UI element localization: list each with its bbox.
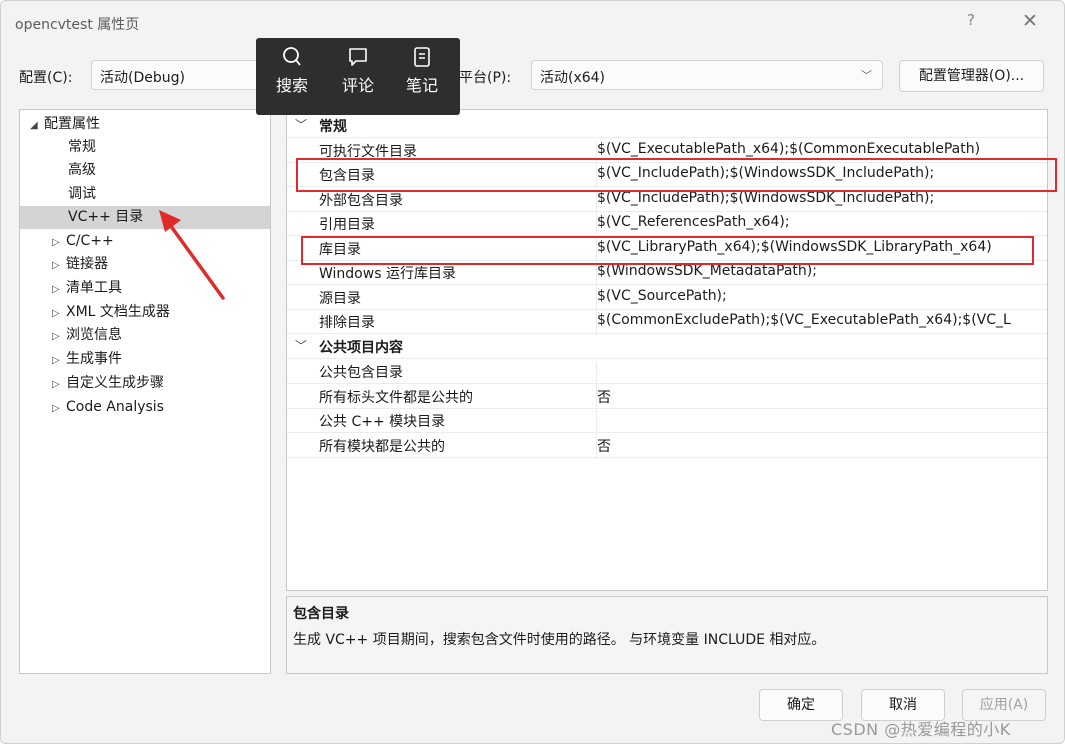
grid-row-source-dirs[interactable]: 源目录 $(VC_SourcePath); — [287, 285, 1047, 312]
tree-item-advanced[interactable]: 高级 — [20, 159, 270, 182]
red-arrow-annotation — [159, 210, 225, 300]
chevron-down-icon: ﹀ — [861, 69, 872, 82]
tree-item-custom-build[interactable]: ▷ 自定义生成步骤 — [20, 372, 270, 395]
search-icon — [283, 47, 301, 66]
collapsed-arrow-icon: ▷ — [52, 355, 60, 366]
category-general[interactable]: ﹀ 常规 — [287, 113, 1047, 138]
description-text: 生成 VC++ 项目期间，搜索包含文件时使用的路径。 与环境变量 INCLUDE… — [293, 632, 826, 648]
tree-item-manifest[interactable]: ▷ 清单工具 — [20, 277, 270, 300]
collapsed-arrow-icon: ▷ — [52, 331, 60, 342]
grid-row-all-modules-public[interactable]: 所有模块都是公共的 否 — [287, 433, 1047, 460]
config-label: 配置(C): — [19, 70, 73, 86]
tree-item-general[interactable]: 常规 — [20, 136, 270, 159]
highlight-box-include — [296, 158, 1057, 192]
tree-item-build-events[interactable]: ▷ 生成事件 — [20, 348, 270, 371]
collapsed-arrow-icon: ▷ — [52, 237, 60, 248]
collapsed-arrow-icon: ▷ — [52, 308, 60, 319]
help-button[interactable]: ? — [961, 11, 981, 35]
note-icon — [414, 47, 430, 67]
config-manager-button[interactable]: 配置管理器(O)... — [899, 60, 1044, 92]
grid-row-all-headers-public[interactable]: 所有标头文件都是公共的 否 — [287, 384, 1047, 411]
collapsed-arrow-icon: ▷ — [52, 403, 60, 414]
watermark: CSDN @热爱编程的小K — [831, 720, 1011, 739]
property-pages-dialog: opencvtest 属性页 ? ✕ 配置(C): 活动(Debug) 平台(P… — [0, 0, 1065, 744]
grid-row-reference-dirs[interactable]: 引用目录 $(VC_ReferencesPath_x64); — [287, 211, 1047, 238]
tree-root[interactable]: ◢ 配置属性 — [20, 113, 270, 136]
expanded-arrow-icon: ◢ — [30, 120, 38, 131]
highlight-box-library — [301, 236, 1034, 265]
grid-row-exclude-dirs[interactable]: 排除目录 $(CommonExcludePath);$(VC_Executabl… — [287, 309, 1047, 336]
platform-value: 活动(x64) — [540, 70, 606, 86]
category-public-content[interactable]: ﹀ 公共项目内容 — [287, 334, 1047, 359]
grid-row-public-include[interactable]: 公共包含目录 — [287, 359, 1047, 386]
description-pane: 包含目录 生成 VC++ 项目期间，搜索包含文件时使用的路径。 与环境变量 IN… — [286, 596, 1048, 674]
floating-toolbar: 搜索 评论 笔记 — [256, 38, 460, 115]
comment-icon — [349, 48, 367, 66]
config-dropdown[interactable]: 活动(Debug) — [91, 60, 261, 90]
title-bar: opencvtest 属性页 ? ✕ — [1, 1, 1064, 45]
search-popup-button[interactable]: 搜索 — [262, 46, 322, 96]
tree-item-debugging[interactable]: 调试 — [20, 183, 270, 206]
chevron-down-icon: ﹀ — [295, 118, 308, 132]
tree-item-xml-doc[interactable]: ▷ XML 文档生成器 — [20, 301, 270, 324]
property-tree: ◢ 配置属性 常规 高级 调试 VC++ 目录 ▷ C/C++ ▷ 链接器 ▷ 清单工具… — [19, 109, 271, 674]
collapsed-arrow-icon: ▷ — [52, 284, 60, 295]
grid-row-public-modules[interactable]: 公共 C++ 模块目录 — [287, 408, 1047, 435]
tree-item-browse-info[interactable]: ▷ 浏览信息 — [20, 324, 270, 347]
collapsed-arrow-icon: ▷ — [52, 260, 60, 271]
tree-item-vc-directories[interactable]: VC++ 目录 — [20, 206, 270, 229]
chevron-down-icon: ﹀ — [295, 339, 308, 353]
note-popup-button[interactable]: 笔记 — [392, 46, 452, 96]
tree-item-code-analysis[interactable]: ▷ Code Analysis — [20, 396, 270, 419]
platform-label: 平台(P): — [459, 70, 512, 86]
tree-item-linker[interactable]: ▷ 链接器 — [20, 253, 270, 276]
comment-popup-button[interactable]: 评论 — [328, 46, 388, 96]
close-button[interactable]: ✕ — [1018, 10, 1042, 36]
tree-item-cpp[interactable]: ▷ C/C++ — [20, 230, 270, 253]
description-title: 包含目录 — [293, 606, 349, 622]
collapsed-arrow-icon: ▷ — [52, 379, 60, 390]
config-value: 活动(Debug) — [100, 70, 185, 86]
dialog-title: opencvtest 属性页 — [15, 17, 140, 33]
platform-dropdown[interactable]: 活动(x64) ﹀ — [531, 60, 883, 90]
